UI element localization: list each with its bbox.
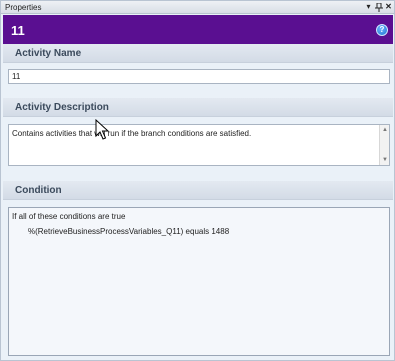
properties-panel: Properties ▾ ✕ 11 ? Activity Name Activi…: [0, 0, 395, 361]
condition-rule[interactable]: %(RetrieveBusinessProcessVariables_Q11) …: [28, 227, 229, 236]
activity-description-textarea[interactable]: Contains activities that will run if the…: [8, 124, 390, 166]
scroll-down-icon[interactable]: ▼: [381, 156, 389, 164]
condition-section-header: Condition: [3, 181, 393, 200]
condition-label: Condition: [15, 185, 62, 196]
close-icon[interactable]: ✕: [383, 1, 394, 13]
condition-summary: If all of these conditions are true: [12, 212, 126, 221]
activity-description-section-header: Activity Description: [3, 98, 393, 117]
activity-name-label: Activity Name: [15, 48, 82, 59]
help-icon[interactable]: ?: [376, 24, 388, 36]
mouse-cursor-icon: [95, 119, 109, 140]
activity-name-input[interactable]: [8, 69, 390, 84]
activity-header: 11 ?: [3, 15, 393, 45]
panel-title: Properties: [5, 3, 42, 12]
activity-title: 11: [11, 23, 25, 38]
pin-icon-shape: [374, 2, 383, 12]
description-scrollbar[interactable]: ▲ ▼: [379, 125, 389, 165]
scroll-up-icon[interactable]: ▲: [381, 126, 389, 134]
panel-titlebar: Properties ▾ ✕: [1, 1, 394, 14]
activity-description-text: Contains activities that will run if the…: [12, 129, 252, 138]
activity-description-label: Activity Description: [15, 102, 109, 113]
activity-name-section-header: Activity Name: [3, 44, 393, 63]
condition-box[interactable]: If all of these conditions are true %(Re…: [8, 207, 390, 356]
